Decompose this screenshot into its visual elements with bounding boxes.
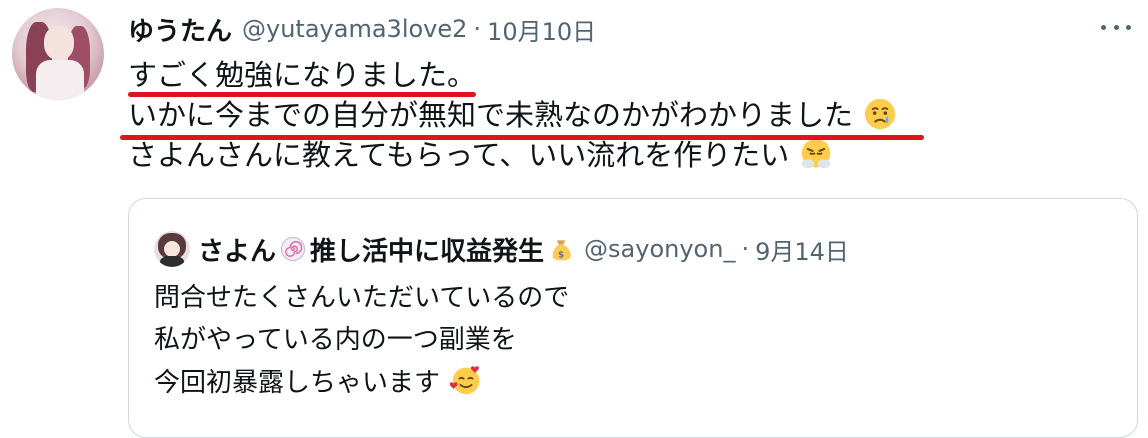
- quoted-header-separator: ·: [741, 235, 750, 263]
- quoted-line-text: 私がやっている内の一つ副業を: [154, 325, 517, 355]
- tweet-text-line-1: すごく勉強になりました。: [128, 56, 476, 94]
- quoted-line-text: 今回初暴露しちゃいます: [154, 368, 441, 398]
- quoted-tweet-date[interactable]: 9月14日: [755, 232, 849, 267]
- quoted-text-line-3: 今回初暴露しちゃいます: [154, 364, 482, 401]
- quoted-author-name: さよん: [198, 236, 277, 267]
- quoted-tweet-header: さよん 推し活中に収益発生 $ @sayonyon_ · 9月14日: [154, 231, 849, 268]
- tweet-date[interactable]: 10月10日: [487, 12, 596, 47]
- annotation-underline-2: [120, 135, 924, 140]
- quoted-line-text: 問合せたくさんいただいているので: [154, 283, 570, 313]
- quoted-avatar-face: [164, 241, 180, 257]
- author-avatar[interactable]: [12, 8, 104, 100]
- steam-from-nose-icon: [802, 138, 831, 169]
- money-bag-icon: $: [552, 240, 571, 261]
- avatar-body: [36, 60, 84, 100]
- quoted-author-avatar[interactable]: [154, 231, 190, 267]
- avatar-face: [44, 26, 74, 60]
- quoted-text-line-1: 問合せたくさんいただいているので: [154, 280, 569, 316]
- fishcake-swirl-icon: [280, 236, 306, 262]
- quoted-author-name-suffix: 推し活中に収益発生: [310, 236, 545, 267]
- quoted-author-display-name[interactable]: さよん 推し活中に収益発生 $: [198, 231, 574, 268]
- tweet-text-line-2: いかに今までの自分が無知で未熟なのかがわかりました: [128, 96, 896, 134]
- tweet-line-text: すごく勉強になりました。: [128, 58, 477, 92]
- tweet-line-text: いかに今までの自分が無知で未熟なのかがわかりました: [128, 98, 854, 132]
- quoted-text-line-2: 私がやっている内の一つ副業を: [154, 322, 517, 358]
- author-display-name[interactable]: ゆうたん: [128, 11, 232, 48]
- annotation-underline-1: [128, 92, 476, 97]
- more-dot: [1126, 24, 1131, 30]
- smiling-face-with-hearts-icon: [450, 366, 480, 395]
- more-options-icon[interactable]: [1098, 14, 1134, 40]
- tweet-line-text: さよんさんに教えてもらって、いい流れを作りたい: [128, 138, 790, 172]
- crying-face-icon: [865, 98, 896, 130]
- quoted-avatar-body: [160, 256, 184, 267]
- header-separator: ·: [473, 15, 482, 43]
- quoted-author-handle[interactable]: @sayonyon_: [584, 235, 735, 263]
- tweet-header: ゆうたん @yutayama3love2 · 10月10日: [128, 11, 596, 48]
- author-handle[interactable]: @yutayama3love2: [242, 15, 467, 43]
- tweet-text-line-3: さよんさんに教えてもらって、いい流れを作りたい: [128, 136, 832, 174]
- more-dot: [1113, 24, 1119, 30]
- svg-text:$: $: [558, 251, 564, 261]
- more-dot: [1101, 24, 1106, 30]
